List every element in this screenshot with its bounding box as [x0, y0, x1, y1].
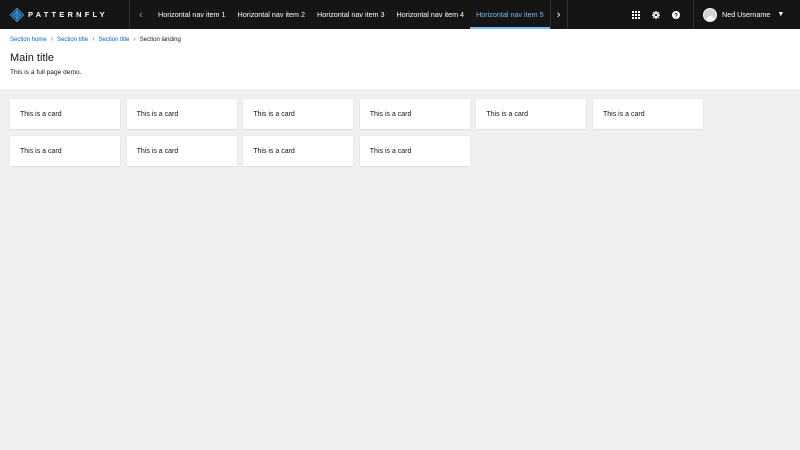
card[interactable]: This is a card [243, 136, 354, 166]
horizontal-nav: Horizontal nav item 1 Horizontal nav ite… [152, 0, 550, 29]
page-header: Section home › Section title › Section t… [0, 29, 800, 89]
breadcrumb-chevron-icon: › [133, 36, 136, 43]
nav-item-3[interactable]: Horizontal nav item 3 [311, 0, 391, 29]
settings-button[interactable] [646, 0, 666, 29]
breadcrumb-link-section-title-2[interactable]: Section title [98, 37, 129, 43]
chevron-right-icon: › [556, 8, 561, 21]
masthead: PATTERNFLY ‹ Horizontal nav item 1 Horiz… [0, 0, 800, 29]
toolbar: ? [626, 0, 686, 29]
nav-item-2[interactable]: Horizontal nav item 2 [232, 0, 312, 29]
card[interactable]: This is a card [592, 99, 703, 129]
chevron-left-icon: ‹ [139, 8, 143, 21]
breadcrumb-link-section-title[interactable]: Section title [57, 37, 88, 43]
avatar [703, 7, 717, 22]
nav-scroll-right-button[interactable]: › [549, 0, 568, 29]
breadcrumb-chevron-icon: › [92, 36, 95, 43]
card[interactable]: This is a card [126, 136, 237, 166]
card[interactable]: This is a card [243, 99, 354, 129]
help-button[interactable]: ? [666, 0, 686, 29]
breadcrumb: Section home › Section title › Section t… [10, 36, 181, 43]
card[interactable]: This is a card [359, 99, 470, 129]
help-icon: ? [672, 10, 680, 19]
nav-item-5[interactable]: Horizontal nav item 5 [470, 0, 550, 29]
breadcrumb-link-section-home[interactable]: Section home [10, 37, 47, 43]
app-launcher-button[interactable] [626, 0, 646, 29]
breadcrumb-chevron-icon: › [50, 36, 54, 43]
page-subtitle: This is a full page demo. [10, 69, 82, 76]
nav-item-4[interactable]: Horizontal nav item 4 [391, 0, 471, 29]
card-gallery: This is a card This is a card This is a … [10, 99, 710, 166]
card[interactable]: This is a card [10, 99, 120, 129]
card[interactable]: This is a card [476, 99, 587, 129]
toolbar-divider [693, 0, 694, 29]
user-dropdown[interactable]: Ned Username ▼ [703, 0, 784, 29]
card[interactable]: This is a card [359, 136, 470, 166]
brand-logo[interactable]: PATTERNFLY [0, 0, 130, 29]
app-launcher-icon [632, 10, 640, 19]
nav-item-1[interactable]: Horizontal nav item 1 [152, 0, 232, 29]
brand-name: PATTERNFLY [28, 10, 108, 19]
card[interactable]: This is a card [126, 99, 237, 129]
caret-down-icon: ▼ [777, 11, 785, 18]
user-name: Ned Username [722, 10, 771, 19]
svg-text:?: ? [674, 12, 678, 19]
settings-icon [652, 10, 660, 19]
page-title: Main title [10, 52, 55, 64]
nav-scroll-left-button[interactable]: ‹ [130, 0, 152, 29]
card[interactable]: This is a card [10, 136, 120, 166]
breadcrumb-current: Section landing [139, 36, 181, 43]
patternfly-logo-icon [10, 7, 24, 22]
